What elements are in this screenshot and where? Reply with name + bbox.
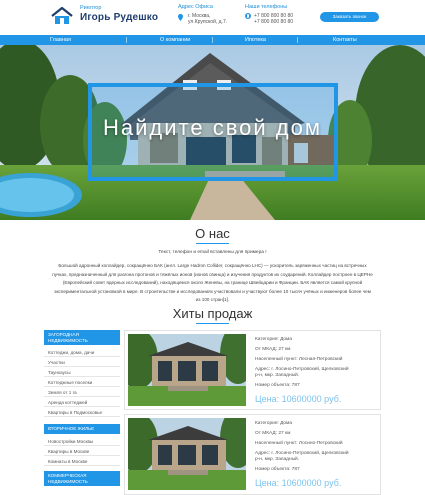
nav-item-contacts[interactable]: Контакты xyxy=(333,35,357,45)
listing-price: Цена: 10600000 руб. xyxy=(255,478,342,488)
sidebar-item-townhouses[interactable]: Таунхаусы xyxy=(44,368,120,377)
hero-title: Найдите свой дом xyxy=(103,115,322,140)
sidebar-item-villages[interactable]: Коттеджные поселки xyxy=(44,378,120,387)
listing-settlement: Населенный пункт: Лосино-Петровский xyxy=(255,441,343,446)
about-text: Большой адронный коллайдер, сокращённо Б… xyxy=(52,263,373,303)
sidebar-item-land[interactable]: Земля от 1 га xyxy=(44,388,120,397)
sidebar-head-country[interactable]: ЗАГОРОДНАЯ НЕДВИЖИМОСТЬ xyxy=(44,330,120,345)
listing-distance: От МКАД: 27 км xyxy=(255,431,291,436)
nav-item-home[interactable]: Главная xyxy=(50,35,71,45)
category-sidebar: ЗАГОРОДНАЯ НЕДВИЖИМОСТЬ Коттеджи, дома, … xyxy=(44,330,120,495)
house-logo-icon[interactable] xyxy=(50,6,74,26)
hits-underline xyxy=(196,323,229,324)
address-title: Адрес Офиса xyxy=(178,4,213,10)
nav-item-about[interactable]: О компании xyxy=(160,35,190,45)
listing-category: Категория: Дома xyxy=(255,337,293,342)
listing-address-2: р-н, мкр. Западный. xyxy=(255,457,300,462)
address-line-2: ул.Крупской, д.7. xyxy=(188,19,228,25)
brand-name[interactable]: Игорь Рудешко xyxy=(80,12,158,23)
brand-tagline: Риелтор xyxy=(80,5,102,11)
sidebar-item-region-flats[interactable]: Квартиры в Подмосковье xyxy=(44,408,120,417)
sidebar-item-rent[interactable]: Аренда коттеджей xyxy=(44,398,120,407)
listing-address-2: р-н, мкр. Западный. xyxy=(255,373,300,378)
phone-number-2[interactable]: +7 800 800 80 80 xyxy=(254,19,293,25)
listing-distance: От МКАД: 27 км xyxy=(255,347,291,352)
hero-banner: Найдите свой дом xyxy=(0,45,425,220)
listing-object-number: Номер объекта: 787 xyxy=(255,467,300,472)
sidebar-item-moscow-flats[interactable]: Квартиры в Москве xyxy=(44,447,120,456)
listing-photo[interactable] xyxy=(128,418,246,490)
hits-title: Хиты продаж xyxy=(172,306,253,321)
listing-settlement: Населенный пункт: Лесная-Петровский xyxy=(255,357,343,362)
request-call-button[interactable]: Заказать звонок xyxy=(320,12,379,22)
sidebar-item-plots[interactable]: Участки xyxy=(44,358,120,367)
listing-card[interactable]: Категория: Дома От МКАД: 27 км Населенны… xyxy=(124,330,381,410)
listing-address: Адрес: г. Лосино-Петровский, Щелковский xyxy=(255,367,349,372)
phone-icon xyxy=(245,13,251,19)
listing-price: Цена: 10600000 руб. xyxy=(255,394,342,404)
sidebar-head-commercial[interactable]: КОММЕРЧЕСКАЯ НЕДВИЖИМОСТЬ xyxy=(44,471,120,486)
about-intro: Текст, телефон и email вставлены для при… xyxy=(158,250,267,255)
listing-object-number: Номер объекта: 787 xyxy=(255,383,300,388)
phone-title: Наши телефоны xyxy=(245,4,288,10)
main-nav: Главная О компании Ипотека Контакты xyxy=(0,35,425,45)
about-title: О нас xyxy=(195,226,230,241)
sidebar-item-cottages[interactable]: Коттеджи, дома, дачи xyxy=(44,348,120,357)
nav-divider xyxy=(297,37,298,43)
site-header: Риелтор Игорь Рудешко Адрес Офиса г. Мос… xyxy=(0,0,425,34)
sidebar-item-moscow-rooms[interactable]: Комнаты в Москве xyxy=(44,457,120,466)
about-underline xyxy=(196,243,229,244)
nav-item-mortgage[interactable]: Ипотека xyxy=(245,35,266,45)
listing-card[interactable]: Категория: Дома От МКАД: 27 км Населенны… xyxy=(124,414,381,495)
listing-photo[interactable] xyxy=(128,334,246,406)
nav-divider xyxy=(126,37,127,43)
sidebar-item-newbuilds[interactable]: Новостройки Москвы xyxy=(44,437,120,446)
nav-divider xyxy=(212,37,213,43)
sidebar-head-secondary[interactable]: ВТОРИЧНОЕ ЖИЛЬЕ xyxy=(44,424,120,434)
listing-address: Адрес: г. Лосино-Петровский, Щелковский xyxy=(255,451,349,456)
map-pin-icon xyxy=(178,14,183,21)
listing-category: Категория: Дома xyxy=(255,421,293,426)
